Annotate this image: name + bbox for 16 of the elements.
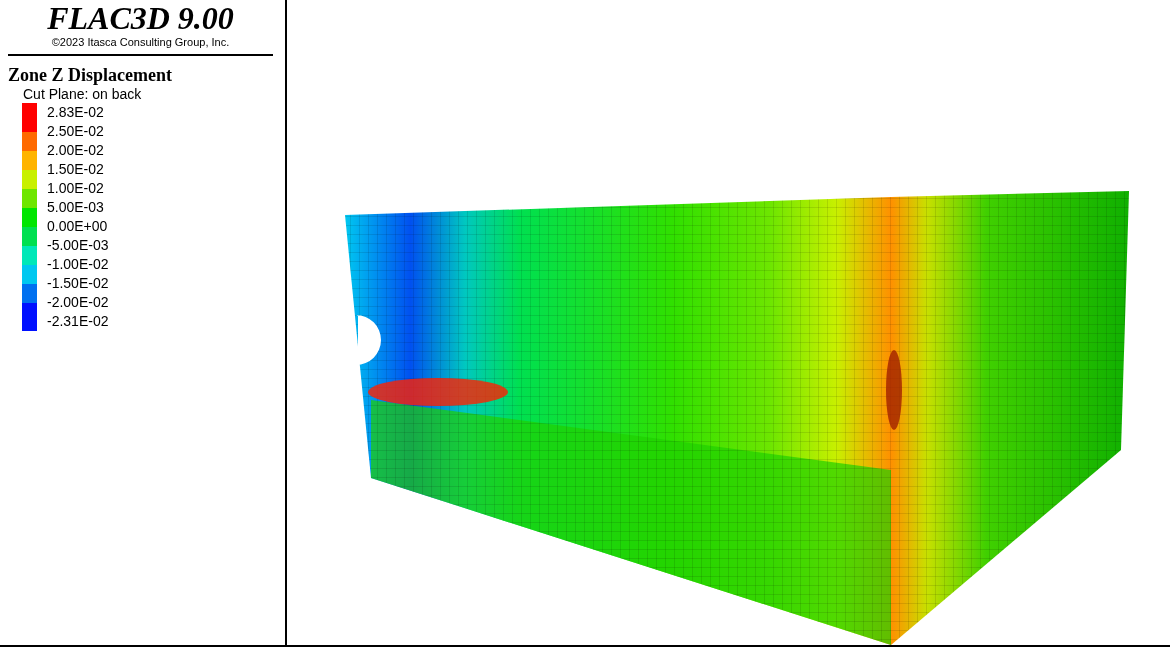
legend-value: 2.00E-02 <box>47 141 105 160</box>
legend-value: -5.00E-03 <box>47 236 109 255</box>
legend-value: 1.50E-02 <box>47 160 105 179</box>
legend-value: -1.50E-02 <box>47 274 109 293</box>
legend-value: 2.83E-02 <box>47 103 105 122</box>
program-title: FLAC3D 9.00 <box>46 0 235 36</box>
legend-value: 0.00E+00 <box>47 217 109 236</box>
legend-value: -2.00E-02 <box>47 293 109 312</box>
legend-value: 5.00E-03 <box>47 198 105 217</box>
legend-value: 2.50E-02 <box>47 122 105 141</box>
legend-value: -1.00E-02 <box>47 255 109 274</box>
legend-value: 1.00E-02 <box>47 179 105 198</box>
legend-value: -2.31E-02 <box>47 312 109 331</box>
legend-title: Zone Z Displacement <box>8 64 173 86</box>
copyright-text: ©2023 Itasca Consulting Group, Inc. <box>50 36 231 48</box>
legend-subtitle: Cut Plane: on back <box>23 86 143 103</box>
